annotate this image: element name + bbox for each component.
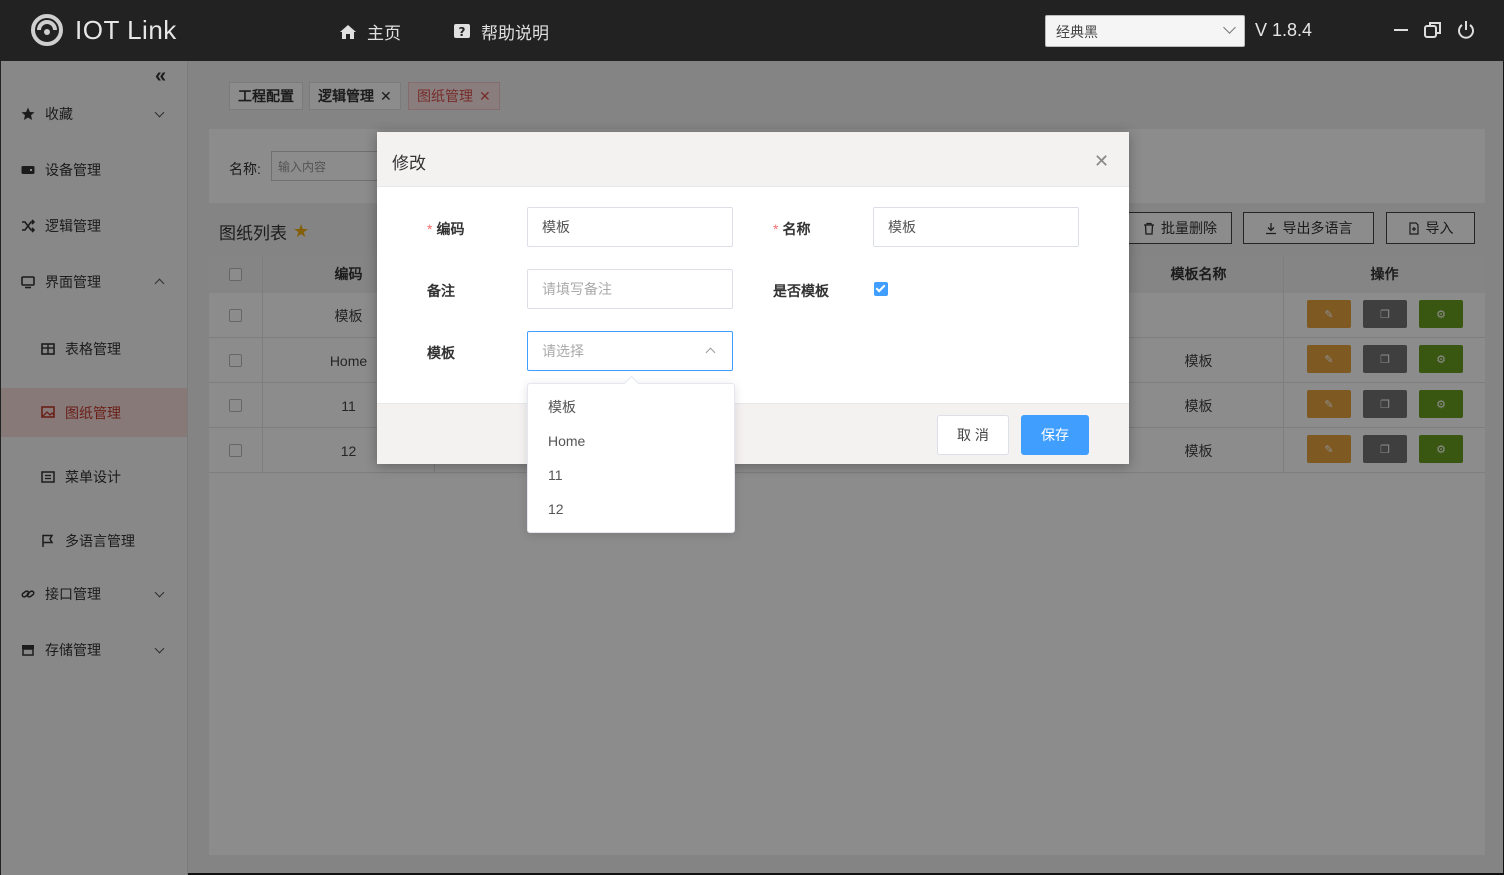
power-icon[interactable] bbox=[1455, 19, 1477, 41]
dropdown-option[interactable]: 模板 bbox=[528, 390, 734, 424]
nav-help-label: 帮助说明 bbox=[481, 24, 549, 43]
top-bar: IOT Link 主页 ? 帮助说明 经典黑 V 1.8.4 bbox=[1, 1, 1504, 61]
theme-select[interactable]: 经典黑 bbox=[1045, 15, 1245, 47]
cancel-button[interactable]: 取 消 bbox=[937, 415, 1009, 455]
edit-dialog: 修改 ✕ * 编码 模板 * 名称 模板 备注 请填写备注 是否模板 模板 请选择 … bbox=[377, 132, 1129, 464]
theme-select-value: 经典黑 bbox=[1056, 24, 1098, 40]
logo-icon bbox=[31, 14, 63, 46]
code-field[interactable]: 模板 bbox=[527, 207, 733, 247]
restore-icon[interactable] bbox=[1422, 19, 1444, 41]
app-window: IOT Link 主页 ? 帮助说明 经典黑 V 1.8.4 « 收藏 设备管理 bbox=[0, 0, 1504, 875]
remark-label: 备注 bbox=[427, 283, 455, 299]
is-template-label: 是否模板 bbox=[773, 283, 829, 299]
remark-field[interactable]: 请填写备注 bbox=[527, 269, 733, 309]
save-button[interactable]: 保存 bbox=[1021, 415, 1089, 455]
svg-text:?: ? bbox=[459, 25, 466, 39]
template-dropdown: 模板 Home 11 12 bbox=[527, 383, 735, 533]
help-icon: ? bbox=[454, 23, 470, 39]
dropdown-option[interactable]: 11 bbox=[528, 458, 734, 492]
name-field[interactable]: 模板 bbox=[873, 207, 1079, 247]
template-label: 模板 bbox=[427, 345, 455, 361]
nav-home[interactable]: 主页 bbox=[339, 19, 401, 44]
home-icon bbox=[340, 24, 356, 39]
version-label: V 1.8.4 bbox=[1255, 20, 1313, 40]
chevron-up-icon bbox=[705, 347, 716, 358]
template-select-placeholder: 请选择 bbox=[542, 343, 584, 359]
dialog-header: 修改 ✕ bbox=[377, 132, 1129, 187]
name-label: * 名称 bbox=[773, 221, 811, 237]
nav-home-label: 主页 bbox=[367, 24, 401, 43]
dialog-title: 修改 bbox=[392, 154, 426, 173]
template-select[interactable]: 请选择 bbox=[527, 331, 733, 371]
minimize-icon[interactable] bbox=[1390, 19, 1412, 41]
dialog-footer: 取 消 保存 bbox=[377, 403, 1129, 464]
chevron-down-icon bbox=[1223, 21, 1236, 34]
close-icon[interactable]: ✕ bbox=[1094, 152, 1109, 170]
is-template-checkbox[interactable] bbox=[874, 282, 888, 296]
app-title: IOT Link bbox=[75, 15, 177, 45]
code-label: * 编码 bbox=[427, 221, 465, 237]
nav-help[interactable]: ? 帮助说明 bbox=[453, 19, 549, 44]
dropdown-option[interactable]: Home bbox=[528, 424, 734, 458]
dropdown-option[interactable]: 12 bbox=[528, 492, 734, 526]
